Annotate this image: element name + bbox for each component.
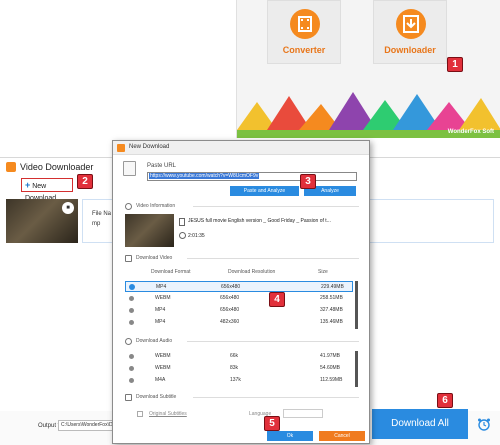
alarm-clock-icon[interactable]	[477, 417, 491, 431]
video-format-row[interactable]: MP4 656x480 229.49MB	[125, 281, 353, 292]
music-note-icon	[125, 338, 132, 345]
size-cell: 135.46MB	[320, 319, 343, 325]
size-cell: 229.49MB	[321, 284, 344, 290]
col-header-resolution: Download Resolution	[228, 269, 276, 275]
callout-5: 5	[264, 416, 280, 431]
format-cell: WEBM	[155, 365, 171, 371]
format-cell: WEBM	[155, 353, 171, 359]
resolution-cell: 656x480	[220, 295, 240, 301]
video-information-label: Video Information	[136, 203, 176, 209]
video-list-scrollbar[interactable]	[355, 281, 358, 329]
bitrate-cell: 66k	[230, 353, 239, 359]
file-ext-label: mp	[92, 221, 101, 227]
divider	[187, 341, 359, 342]
video-format-row[interactable]: MP4 656x480 327.48MB	[125, 305, 353, 316]
subtitle-icon	[125, 394, 132, 401]
cancel-button[interactable]: Cancel	[319, 431, 365, 441]
download-subtitle-label: Download Subtitle	[136, 394, 177, 400]
ok-button[interactable]: Ok	[267, 431, 313, 441]
language-select[interactable]	[283, 409, 323, 418]
clock-icon	[179, 232, 186, 239]
download-all-button[interactable]: Download All	[372, 409, 468, 439]
radio-dot-icon	[129, 378, 134, 383]
format-cell: MP4	[155, 307, 166, 313]
plus-icon: +	[25, 180, 31, 190]
size-cell: 112.59MB	[320, 377, 343, 383]
callout-2: 2	[77, 174, 93, 189]
col-header-format: Download Format	[151, 269, 191, 275]
download-icon	[396, 9, 426, 39]
original-subtitles-checkbox[interactable]	[137, 411, 143, 417]
film-reel-icon	[290, 9, 320, 39]
thumbnail-badge-icon: ■	[62, 202, 74, 214]
video-format-row[interactable]: WEBM 656x480 258.51MB	[125, 293, 353, 304]
audio-list-scrollbar[interactable]	[355, 351, 358, 387]
decorative-triangles	[237, 92, 500, 130]
format-cell: M4A	[155, 377, 166, 383]
resolution-cell: 656x480	[220, 307, 240, 313]
url-link-icon	[123, 161, 136, 176]
resolution-cell: 656x480	[221, 284, 241, 290]
resolution-cell: 482x360	[220, 319, 240, 325]
app-logo-icon	[117, 144, 125, 152]
audio-format-row[interactable]: WEBM 66k 41.97MB	[125, 351, 353, 362]
format-cell: MP4	[155, 319, 166, 325]
video-icon	[125, 255, 132, 262]
callout-4: 4	[269, 292, 285, 307]
format-cell: WEBM	[155, 295, 171, 301]
new-download-button[interactable]: + New Download	[21, 178, 73, 202]
size-cell: 41.97MB	[320, 353, 341, 359]
divider	[193, 397, 359, 398]
audio-format-row[interactable]: WEBM 83k 54.60MB	[125, 363, 353, 374]
format-cell: MP4	[156, 284, 167, 290]
divider	[187, 258, 359, 259]
col-header-size: Size	[318, 269, 328, 275]
app-logo-icon	[6, 162, 16, 172]
audio-format-row[interactable]: M4A 137k 112.59MB	[125, 375, 353, 386]
video-format-row[interactable]: MP4 482x360 135.46MB	[125, 317, 353, 328]
original-subtitles-label: Original Subtitles	[149, 411, 187, 417]
radio-dot-icon	[129, 354, 134, 359]
converter-tile[interactable]: Converter	[267, 0, 341, 64]
callout-1: 1	[447, 57, 463, 72]
size-cell: 54.60MB	[320, 365, 341, 371]
video-duration: 2:01:35	[188, 233, 205, 239]
dialog-title-bar: New Download	[113, 141, 369, 155]
radio-dot-icon	[129, 296, 134, 301]
download-video-label: Download Video	[136, 255, 173, 261]
divider	[193, 206, 359, 207]
bitrate-cell: 83k	[230, 365, 239, 371]
dialog-title: New Download	[129, 144, 170, 150]
download-audio-label: Download Audio	[136, 338, 173, 344]
converter-label: Converter	[282, 45, 326, 55]
brand-text: WonderFox Soft	[447, 129, 494, 135]
size-cell: 327.48MB	[320, 307, 343, 313]
window-title: Video Downloader	[20, 162, 94, 172]
radio-dot-icon	[129, 366, 134, 371]
output-folder-field[interactable]: C:\Users\WonderFox\Doc	[58, 420, 113, 431]
info-icon	[125, 203, 132, 210]
video-info-thumbnail	[125, 214, 174, 247]
downloader-label: Downloader	[384, 45, 436, 55]
paste-url-label: Paste URL	[147, 163, 177, 169]
callout-3: 3	[300, 174, 316, 189]
new-download-dialog: New Download Paste URL https://www.youtu…	[112, 140, 370, 444]
callout-6: 6	[437, 393, 453, 408]
paste-and-analyze-button[interactable]: Paste and Analyze	[230, 186, 299, 196]
video-title: JESUS full movie English version _ Good …	[188, 218, 331, 224]
radio-dot-icon	[129, 308, 134, 313]
url-value: https://www.youtube.com/watch?v=W8UcmOF9…	[149, 173, 260, 179]
size-cell: 258.51MB	[320, 295, 343, 301]
film-icon	[179, 218, 185, 226]
radio-dot-icon	[129, 320, 134, 325]
downloader-tile[interactable]: Downloader	[373, 0, 447, 64]
file-name-label: File Na	[92, 211, 112, 217]
bitrate-cell: 137k	[230, 377, 241, 383]
selected-check-icon	[129, 284, 135, 290]
